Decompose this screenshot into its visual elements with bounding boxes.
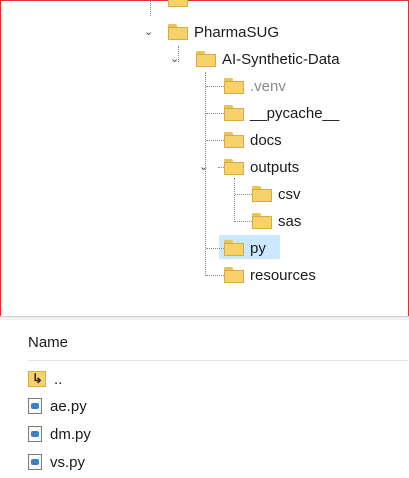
file-item-label: ae.py bbox=[50, 397, 87, 415]
tree-item-label: resources bbox=[250, 266, 316, 284]
folder-icon bbox=[252, 186, 272, 202]
tree-item-sas[interactable]: sas bbox=[252, 208, 301, 234]
tree-item-pharmasug[interactable]: PharmaSUG bbox=[168, 19, 279, 45]
tree-connector bbox=[205, 72, 206, 276]
tree-item-label: csv bbox=[278, 185, 301, 203]
file-list: Name ↳ .. ae.py dm.py vs.py bbox=[0, 320, 409, 478]
file-item-parent[interactable]: ↳ .. bbox=[28, 367, 62, 391]
folder-tree: ⌄ ⌄ ⌄ PharmaSUG AI-Synthetic-Data .venv … bbox=[0, 0, 409, 316]
folder-icon bbox=[224, 159, 244, 175]
tree-item-label: .venv bbox=[250, 77, 286, 95]
tree-item-partial[interactable] bbox=[168, 0, 188, 12]
tree-item-label: py bbox=[250, 239, 266, 257]
folder-icon bbox=[196, 51, 216, 67]
tree-item-ai-synthetic-data[interactable]: AI-Synthetic-Data bbox=[196, 46, 340, 72]
file-item-vs-py[interactable]: vs.py bbox=[28, 450, 85, 474]
folder-icon bbox=[168, 24, 188, 40]
tree-item-label: PharmaSUG bbox=[194, 23, 280, 41]
folder-icon bbox=[252, 213, 272, 229]
tree-item-docs[interactable]: docs bbox=[224, 127, 282, 153]
column-header-name[interactable]: Name bbox=[28, 334, 68, 351]
chevron-down-icon[interactable]: ⌄ bbox=[144, 25, 153, 38]
folder-icon bbox=[224, 78, 244, 94]
tree-item-py[interactable]: py bbox=[224, 235, 266, 261]
tree-item-label: docs bbox=[250, 131, 282, 149]
tree-item-label: __pycache__ bbox=[250, 104, 340, 122]
tree-item-label: sas bbox=[278, 212, 302, 230]
python-file-icon bbox=[28, 398, 42, 414]
folder-icon bbox=[168, 0, 188, 7]
python-file-icon bbox=[28, 454, 42, 470]
file-item-ae-py[interactable]: ae.py bbox=[28, 394, 87, 418]
tree-item-outputs[interactable]: outputs bbox=[224, 154, 299, 180]
tree-connector bbox=[206, 275, 224, 276]
tree-connector bbox=[206, 113, 224, 114]
tree-item-venv[interactable]: .venv bbox=[224, 73, 286, 99]
tree-item-label: AI-Synthetic-Data bbox=[222, 50, 340, 68]
tree-item-csv[interactable]: csv bbox=[252, 181, 301, 207]
chevron-down-icon[interactable]: ⌄ bbox=[170, 52, 179, 65]
tree-connector bbox=[206, 86, 224, 87]
explorer-window: ⌄ ⌄ ⌄ PharmaSUG AI-Synthetic-Data .venv … bbox=[0, 0, 409, 478]
tree-connector bbox=[234, 178, 235, 222]
tree-item-label: outputs bbox=[250, 158, 300, 176]
tree-item-resources[interactable]: resources bbox=[224, 262, 316, 288]
tree-connector bbox=[206, 248, 224, 249]
folder-icon bbox=[224, 267, 244, 283]
file-item-dm-py[interactable]: dm.py bbox=[28, 422, 91, 446]
tree-connector bbox=[235, 194, 252, 195]
folder-icon bbox=[224, 132, 244, 148]
file-item-label: .. bbox=[54, 370, 63, 388]
tree-item-pycache[interactable]: __pycache__ bbox=[224, 100, 339, 126]
python-file-icon bbox=[28, 426, 42, 442]
tree-connector bbox=[206, 140, 224, 141]
header-divider bbox=[28, 360, 408, 361]
file-item-label: dm.py bbox=[50, 425, 91, 443]
tree-connector bbox=[150, 0, 151, 16]
folder-icon bbox=[224, 240, 244, 256]
tree-connector bbox=[235, 221, 252, 222]
folder-icon bbox=[224, 105, 244, 121]
chevron-down-icon[interactable]: ⌄ bbox=[199, 160, 208, 173]
file-item-label: vs.py bbox=[50, 453, 86, 471]
folder-up-icon: ↳ bbox=[28, 371, 46, 387]
